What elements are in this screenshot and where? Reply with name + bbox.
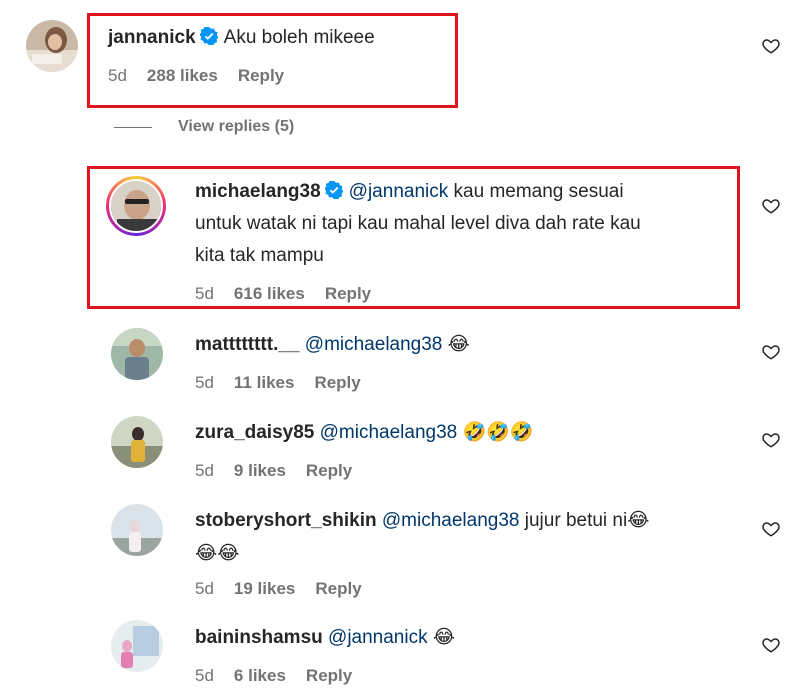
comment-body: matttttttt.__ @michaelang38 😂 (195, 328, 470, 361)
comment-body: stoberyshort_shikin @michaelang38 jujur … (195, 504, 735, 569)
mention-link[interactable]: @michaelang38 (320, 422, 458, 443)
laughing-emoji: 😂 (447, 333, 470, 355)
mention-link[interactable]: @jannanick (328, 627, 428, 648)
reply-button[interactable]: Reply (325, 284, 371, 304)
comment-age: 5d (195, 284, 214, 303)
comment-meta: 5d 288 likes Reply (108, 66, 284, 86)
rofl-emoji: 🤣🤣🤣 (462, 421, 534, 443)
reply-button[interactable]: Reply (314, 373, 360, 393)
username[interactable]: zura_daisy85 (195, 422, 314, 443)
likes-count[interactable]: 288 likes (147, 66, 218, 86)
verified-badge-icon (199, 27, 218, 45)
username[interactable]: jannanick (108, 27, 196, 48)
username[interactable]: baininshamsu (195, 627, 323, 648)
comment-meta: 5d 9 likes Reply (195, 461, 352, 481)
likes-count[interactable]: 19 likes (234, 579, 295, 599)
comment-age: 5d (195, 461, 214, 480)
heart-outline-icon[interactable] (762, 431, 780, 449)
mention-link[interactable]: @michaelang38 (305, 334, 443, 355)
heart-outline-icon[interactable] (762, 343, 780, 361)
reply-button[interactable]: Reply (306, 461, 352, 481)
comment-text: Aku boleh mikeee (223, 27, 375, 48)
comment-body: baininshamsu @jannanick 😂 (195, 621, 455, 654)
comment-text-line1: kau memang sesuai (453, 181, 624, 202)
mention-link[interactable]: @jannanick (349, 181, 449, 202)
laughing-emoji-line2: 😂😂 (195, 542, 240, 564)
view-replies-button[interactable]: View replies (5) (114, 118, 294, 136)
username[interactable]: matttttttt.__ (195, 334, 300, 355)
likes-count[interactable]: 616 likes (234, 284, 305, 304)
comment-meta: 5d 11 likes Reply (195, 373, 361, 393)
laughing-emoji: 😂 (627, 509, 650, 531)
comment-body: zura_daisy85 @michaelang38 🤣🤣🤣 (195, 416, 534, 449)
divider-line (114, 126, 152, 128)
likes-count[interactable]: 11 likes (234, 373, 295, 393)
reply-button[interactable]: Reply (238, 66, 284, 86)
heart-outline-icon[interactable] (762, 197, 780, 215)
heart-outline-icon[interactable] (762, 520, 780, 538)
comment-age: 5d (195, 666, 214, 685)
heart-outline-icon[interactable] (762, 636, 780, 654)
likes-count[interactable]: 6 likes (234, 666, 286, 686)
username[interactable]: michaelang38 (195, 181, 321, 202)
comment-meta: 5d 616 likes Reply (195, 284, 371, 304)
comment-meta: 5d 19 likes Reply (195, 579, 362, 599)
view-replies-label: View replies (5) (178, 118, 295, 135)
reply-button[interactable]: Reply (315, 579, 361, 599)
comment-text-line3: kita tak mampu (195, 245, 324, 266)
laughing-emoji: 😂 (432, 626, 456, 648)
verified-badge-icon (324, 181, 343, 199)
mention-link[interactable]: @michaelang38 (382, 510, 520, 531)
avatar-matttttttt[interactable] (111, 328, 163, 380)
heart-outline-icon[interactable] (762, 37, 780, 55)
comment-age: 5d (195, 373, 214, 392)
avatar-stoberyshort-shikin[interactable] (111, 504, 163, 556)
comment-body: jannanick Aku boleh mikeee (108, 22, 375, 54)
comment-body: michaelang38 @jannanick kau memang sesuai… (195, 176, 745, 272)
comment-age: 5d (108, 66, 127, 85)
likes-count[interactable]: 9 likes (234, 461, 286, 481)
avatar-jannanick[interactable] (26, 20, 78, 72)
comment-text-line2: untuk watak ni tapi kau mahal level diva… (195, 213, 641, 234)
avatar-zura-daisy85[interactable] (111, 416, 163, 468)
avatar-baininshamsu[interactable] (111, 620, 163, 672)
avatar-michaelang38[interactable] (106, 176, 166, 236)
comment-text: jujur betui ni (524, 510, 628, 531)
username[interactable]: stoberyshort_shikin (195, 510, 377, 531)
comment-meta: 5d 6 likes Reply (195, 666, 352, 686)
comment-age: 5d (195, 579, 214, 598)
reply-button[interactable]: Reply (306, 666, 352, 686)
